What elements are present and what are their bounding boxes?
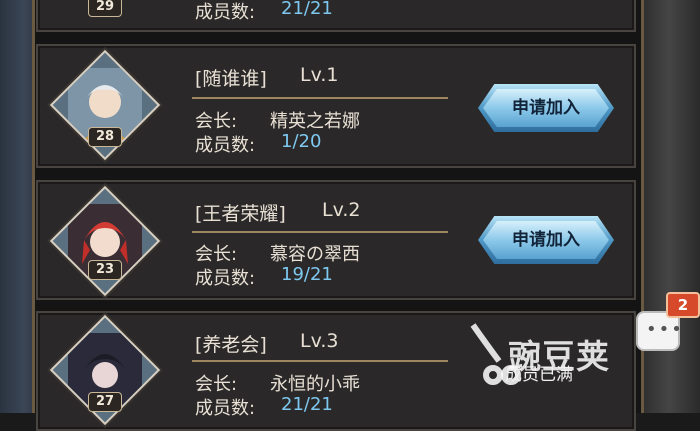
guild-name: [随谁谁] [195,68,267,90]
leader-level-badge: 29 [88,0,122,17]
notification-badge: 2 [666,292,700,318]
divider [192,97,448,99]
apply-join-label: 申请加入 [512,98,580,118]
apply-join-button[interactable]: 申请加入 [478,84,614,132]
leader-label: 会长: [195,374,238,395]
members-label: 成员数: [195,2,256,23]
divider [192,360,448,362]
leader-name: 慕容の翠西 [270,244,360,265]
guild-level: Lv.3 [300,330,339,352]
member-count: 1/20 [281,131,322,152]
guild-level: Lv.2 [322,199,361,221]
leader-label: 会长: [195,111,238,132]
leader-label: 会长: [195,244,238,265]
leader-level-badge: 27 [88,392,122,412]
guild-card-partial[interactable] [36,0,636,32]
guild-level: Lv.1 [300,64,339,86]
apply-join-button[interactable]: 申请加入 [478,216,614,264]
member-count: 21/21 [281,0,333,19]
apply-join-label: 申请加入 [512,230,580,250]
leader-name: 精英之若娜 [270,111,360,132]
members-label: 成员数: [195,268,256,289]
members-label: 成员数: [195,135,256,156]
guild-name: [王者荣耀] [195,203,286,225]
leader-name: 永恒的小乖 [270,374,360,395]
leader-level-badge: 23 [88,260,122,280]
member-count: 21/21 [281,394,333,415]
member-count: 19/21 [281,264,333,285]
leader-level-badge: 28 [88,127,122,147]
divider [192,231,448,233]
members-label: 成员数: [195,398,256,419]
guild-name: [养老会] [195,334,267,356]
guild-full-status: 成员已满 [505,365,573,385]
chat-icon: ••• [646,319,684,340]
